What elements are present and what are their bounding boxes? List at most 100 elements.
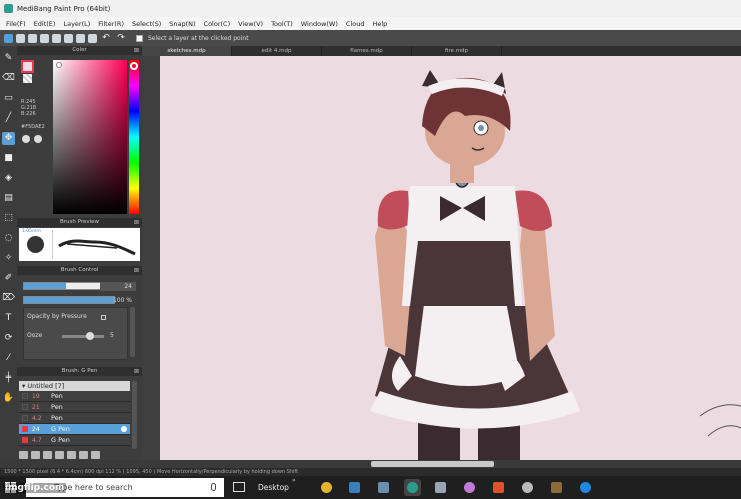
panel-close-icon[interactable]: ⊠ xyxy=(134,266,139,275)
select-eraser-tool-icon[interactable]: ⌦ xyxy=(2,292,15,305)
lasso-tool-icon[interactable]: ◌ xyxy=(2,232,15,245)
tab-sketches-mdp[interactable]: sketches.mdp xyxy=(142,46,232,56)
menu-item[interactable]: Select(S) xyxy=(128,20,165,28)
panel-close-icon[interactable]: ⊠ xyxy=(134,367,139,376)
layers-scrollbar[interactable] xyxy=(132,381,137,449)
panel-close-icon[interactable]: ⊠ xyxy=(134,218,139,227)
rotate-icon[interactable] xyxy=(76,33,85,43)
monitor-app-icon[interactable] xyxy=(375,479,392,496)
chrome-app-icon[interactable] xyxy=(318,479,335,496)
canvas-horizontal-scrollbar[interactable] xyxy=(142,460,741,468)
undo-icon[interactable]: ↶ xyxy=(100,33,112,43)
select-rect-tool-icon[interactable]: ⬚ xyxy=(2,212,15,225)
notebook-app-icon[interactable] xyxy=(346,479,363,496)
chevron-icon[interactable]: » xyxy=(292,477,296,484)
snap-icon[interactable] xyxy=(88,33,97,43)
hue-slider[interactable] xyxy=(129,60,139,214)
delete-layer-icon[interactable] xyxy=(91,451,100,459)
layer-visibility-icon[interactable] xyxy=(22,393,28,399)
clear-layer-icon[interactable] xyxy=(67,451,76,459)
tab-edit-4-mdp[interactable]: edit 4.mdp xyxy=(232,46,322,56)
layer-row[interactable]: 24 G Pen xyxy=(19,424,130,435)
menu-item[interactable]: Help xyxy=(368,20,391,28)
settings-gear-icon[interactable] xyxy=(519,479,536,496)
game-app-icon[interactable] xyxy=(548,479,565,496)
menu-item[interactable]: Snap(N) xyxy=(165,20,199,28)
paint-app-icon[interactable] xyxy=(461,479,478,496)
brush-control-scrollbar[interactable] xyxy=(130,307,135,357)
divide-tool-icon[interactable]: ╪ xyxy=(2,372,15,385)
menu-item[interactable]: View(V) xyxy=(234,20,267,28)
layer-row[interactable]: 4.2 Pen xyxy=(19,413,130,424)
redo-icon[interactable]: ↷ xyxy=(115,33,127,43)
new-file-icon[interactable] xyxy=(16,33,25,43)
select-pen-tool-icon[interactable]: ✐ xyxy=(2,272,15,285)
transparent-color-swatch[interactable] xyxy=(23,74,32,83)
save-icon[interactable] xyxy=(40,33,49,43)
microphone-icon[interactable] xyxy=(211,483,216,491)
panel-close-icon[interactable]: ⊠ xyxy=(134,46,139,55)
color-wheel-icon[interactable] xyxy=(34,135,42,143)
layer-visibility-icon[interactable] xyxy=(22,437,28,443)
foreground-color-swatch[interactable] xyxy=(21,60,34,73)
speech-icon[interactable] xyxy=(28,33,37,43)
menu-item[interactable]: File(F) xyxy=(2,20,30,28)
menu-item[interactable]: Layer(L) xyxy=(59,20,94,28)
duplicate-layer-icon[interactable] xyxy=(43,451,52,459)
grid-icon[interactable] xyxy=(52,33,61,43)
eyedropper-tool-icon[interactable]: ⁄ xyxy=(2,352,15,365)
brush-size-value[interactable]: 24 xyxy=(100,282,136,291)
layer-opacity: 4.2 xyxy=(32,415,42,422)
layer-settings-icon[interactable] xyxy=(79,451,88,459)
menu-item[interactable]: Filter(R) xyxy=(94,20,128,28)
layer-settings-icon[interactable] xyxy=(121,426,127,432)
transform-icon[interactable] xyxy=(64,33,73,43)
edge-app-icon[interactable] xyxy=(577,479,594,496)
rectangle-tool-icon[interactable]: ▭ xyxy=(2,92,15,105)
layer-visibility-icon[interactable] xyxy=(22,426,28,432)
operation-tool-icon[interactable]: ⟳ xyxy=(2,332,15,345)
layer-row[interactable]: 21 Pen xyxy=(19,402,130,413)
desktop-toolbar-label[interactable]: Desktop xyxy=(258,476,289,499)
gradient-tool-icon[interactable]: ▤ xyxy=(2,192,15,205)
layer-row[interactable]: 19 Pen xyxy=(19,391,130,402)
bucket-tool-icon[interactable]: ◈ xyxy=(2,172,15,185)
task-view-icon[interactable] xyxy=(233,482,245,492)
scrollbar-thumb[interactable] xyxy=(371,461,494,467)
tab-fire-mdp[interactable]: fire.mdp xyxy=(412,46,502,56)
drawing-canvas[interactable] xyxy=(160,56,741,460)
menu-item[interactable]: Tool(T) xyxy=(267,20,297,28)
select-layer-checkbox[interactable] xyxy=(136,34,143,42)
folder-app-icon[interactable] xyxy=(432,479,449,496)
menu-item[interactable]: Edit(E) xyxy=(30,20,60,28)
line-tool-icon[interactable]: ╱ xyxy=(2,112,15,125)
magic-wand-tool-icon[interactable]: ✧ xyxy=(2,252,15,265)
opacity-by-pressure-checkbox[interactable] xyxy=(101,315,106,320)
fill-rect-tool-icon[interactable]: ■ xyxy=(2,152,15,165)
layer-visibility-icon[interactable] xyxy=(22,415,28,421)
menu-item[interactable]: Cloud xyxy=(342,20,369,28)
ooze-slider-handle[interactable] xyxy=(86,332,94,340)
move-tool-icon[interactable]: ✥ xyxy=(2,132,15,145)
hue-slider-handle[interactable] xyxy=(130,62,138,70)
layer-visibility-icon[interactable] xyxy=(22,404,28,410)
hand-tool-icon[interactable]: ✋ xyxy=(2,392,15,405)
add-layer-icon[interactable] xyxy=(19,451,28,459)
cloud-icon[interactable] xyxy=(4,33,13,43)
medibang-taskbar-icon[interactable] xyxy=(404,479,421,496)
add-folder-icon[interactable] xyxy=(31,451,40,459)
layer-group-row[interactable]: ▾ Untitled [7] xyxy=(19,381,130,391)
color-picker-cursor[interactable] xyxy=(56,62,62,68)
brave-app-icon[interactable] xyxy=(490,479,507,496)
layer-row[interactable]: 4.7 G Pen xyxy=(19,435,130,446)
menu-item[interactable]: Color(C) xyxy=(200,20,235,28)
ooze-slider[interactable] xyxy=(62,335,104,338)
palette-icon[interactable] xyxy=(22,135,30,143)
merge-layer-icon[interactable] xyxy=(55,451,64,459)
saturation-value-picker[interactable] xyxy=(53,60,127,214)
tab-flames-mdp[interactable]: flames.mdp xyxy=(322,46,412,56)
eraser-tool-icon[interactable]: ⌫ xyxy=(2,72,15,85)
brush-tool-icon[interactable]: ✎ xyxy=(2,52,15,65)
menu-item[interactable]: Window(W) xyxy=(297,20,342,28)
text-tool-icon[interactable]: T xyxy=(2,312,15,325)
